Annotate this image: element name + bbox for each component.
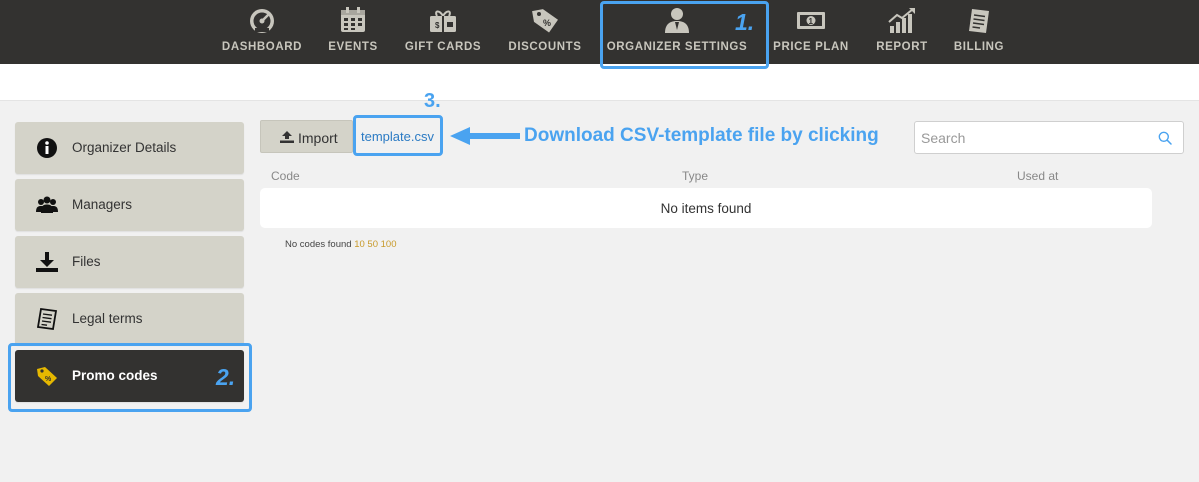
import-button-label: Import bbox=[298, 130, 338, 146]
nav-billing-label: BILLING bbox=[953, 41, 1005, 53]
sidebar-item-label: Files bbox=[72, 254, 101, 269]
page-size-option-10[interactable]: 10 bbox=[354, 239, 365, 250]
page-size-option-100[interactable]: 100 bbox=[381, 239, 397, 250]
annotation-instruction: Download CSV-template file by clicking bbox=[524, 125, 879, 146]
dashboard-gauge-icon bbox=[250, 9, 274, 33]
column-header-type[interactable]: Type bbox=[682, 169, 708, 183]
sidebar-item-legal-terms[interactable]: Legal terms bbox=[15, 293, 244, 345]
svg-text:1: 1 bbox=[809, 17, 814, 26]
info-icon bbox=[37, 138, 57, 158]
nav-dashboard-label: DASHBOARD bbox=[221, 41, 303, 53]
nav-report-label: REPORT bbox=[876, 41, 928, 53]
annotation-arrow-icon bbox=[450, 127, 520, 145]
sub-header-bar bbox=[0, 64, 1199, 101]
codes-table-body: No items found bbox=[260, 188, 1152, 228]
search-input[interactable] bbox=[915, 122, 1157, 153]
column-header-code[interactable]: Code bbox=[271, 169, 300, 183]
sidebar-item-managers[interactable]: Managers bbox=[15, 179, 244, 231]
nav-price-plan-label: PRICE PLAN bbox=[773, 41, 849, 53]
document-icon bbox=[36, 308, 58, 330]
pager-status: No codes found bbox=[285, 239, 352, 250]
search-icon[interactable] bbox=[1158, 131, 1172, 145]
nav-price-plan[interactable]: 1 PRICE PLAN bbox=[768, 0, 854, 64]
step-number-3: 3. bbox=[424, 90, 441, 112]
nav-gift-cards-label: GIFT CARDS bbox=[404, 41, 482, 53]
sidebar-item-label: Organizer Details bbox=[72, 140, 177, 155]
sidebar-item-organizer-details[interactable]: Organizer Details bbox=[15, 122, 244, 174]
discount-tag-icon: % bbox=[532, 9, 558, 33]
users-icon bbox=[36, 196, 58, 213]
nav-discounts[interactable]: % DISCOUNTS bbox=[504, 0, 586, 64]
nav-billing[interactable]: BILLING bbox=[948, 0, 1010, 64]
nav-discounts-label: DISCOUNTS bbox=[508, 41, 582, 53]
download-icon bbox=[36, 252, 58, 272]
banknote-icon: 1 bbox=[797, 12, 825, 29]
nav-events-label: EVENTS bbox=[328, 41, 378, 53]
upload-icon bbox=[280, 131, 294, 143]
nav-report[interactable]: REPORT bbox=[870, 0, 934, 64]
invoice-icon bbox=[969, 9, 989, 33]
search-box bbox=[914, 121, 1184, 154]
import-button[interactable]: Import bbox=[260, 120, 353, 153]
nav-gift-cards[interactable]: $ GIFT CARDS bbox=[400, 0, 486, 64]
nav-events[interactable]: EVENTS bbox=[322, 0, 384, 64]
highlight-box-template-link bbox=[353, 115, 443, 156]
sidebar-item-files[interactable]: Files bbox=[15, 236, 244, 288]
chart-growth-icon bbox=[888, 8, 915, 33]
pager: No codes found 10 50 100 bbox=[285, 239, 396, 250]
nav-dashboard[interactable]: DASHBOARD bbox=[220, 0, 304, 64]
svg-text:%: % bbox=[543, 18, 551, 28]
gift-card-icon: $ bbox=[430, 10, 456, 32]
sidebar-item-label: Managers bbox=[72, 197, 133, 212]
step-number-1: 1. bbox=[735, 9, 755, 35]
calendar-icon bbox=[341, 7, 365, 32]
sidebar-item-label: Legal terms bbox=[72, 311, 143, 326]
svg-text:$: $ bbox=[435, 21, 440, 30]
empty-state-message: No items found bbox=[660, 201, 752, 216]
page-size-option-50[interactable]: 50 bbox=[367, 239, 378, 250]
step-number-2: 2. bbox=[216, 364, 236, 390]
column-header-used-at[interactable]: Used at bbox=[1017, 169, 1058, 183]
